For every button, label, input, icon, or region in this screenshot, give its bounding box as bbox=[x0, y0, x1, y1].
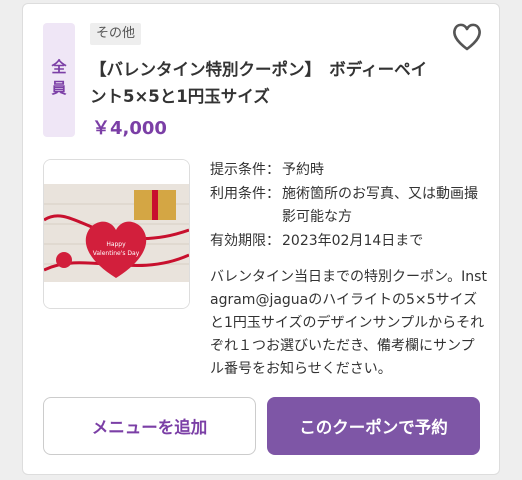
image-caption-line1: Happy bbox=[106, 241, 126, 248]
condition-row: 有効期限： 2023年02月14日まで bbox=[210, 230, 490, 253]
condition-value: 施術箇所のお写真、又は動画撮影可能な方 bbox=[282, 186, 478, 225]
coupon-conditions: 提示条件： 予約時 利用条件： 施術箇所のお写真、又は動画撮影可能な方 有効期限… bbox=[210, 159, 490, 253]
image-caption-line2: Valentine's Day bbox=[93, 250, 140, 257]
coupon-image: Happy Valentine's Day bbox=[43, 159, 190, 309]
coupon-price: ￥4,000 bbox=[92, 118, 167, 139]
target-badge: 全員 bbox=[43, 23, 75, 137]
book-with-coupon-button[interactable]: このクーポンで予約 bbox=[267, 397, 480, 455]
condition-value: 2023年02月14日まで bbox=[282, 233, 424, 249]
coupon-description: バレンタイン当日までの特別クーポン。Instagram@jaguaのハイライトの… bbox=[210, 269, 487, 377]
condition-row: 利用条件： 施術箇所のお写真、又は動画撮影可能な方 bbox=[210, 183, 490, 229]
condition-row: 提示条件： 予約時 bbox=[210, 159, 490, 182]
condition-label: 提示条件： bbox=[210, 162, 280, 178]
condition-value: 予約時 bbox=[282, 162, 324, 178]
condition-label: 有効期限： bbox=[210, 233, 280, 249]
coupon-card: 全員 その他 【バレンタイン特別クーポン】 ボディーペイント5×5と1円玉サイズ… bbox=[22, 3, 500, 475]
category-tag: その他 bbox=[90, 23, 142, 45]
add-menu-button[interactable]: メニューを追加 bbox=[43, 397, 256, 455]
coupon-title: 【バレンタイン特別クーポン】 ボディーペイント5×5と1円玉サイズ bbox=[90, 60, 428, 106]
favorite-heart-icon[interactable] bbox=[451, 22, 483, 52]
condition-label: 利用条件： bbox=[210, 186, 280, 202]
